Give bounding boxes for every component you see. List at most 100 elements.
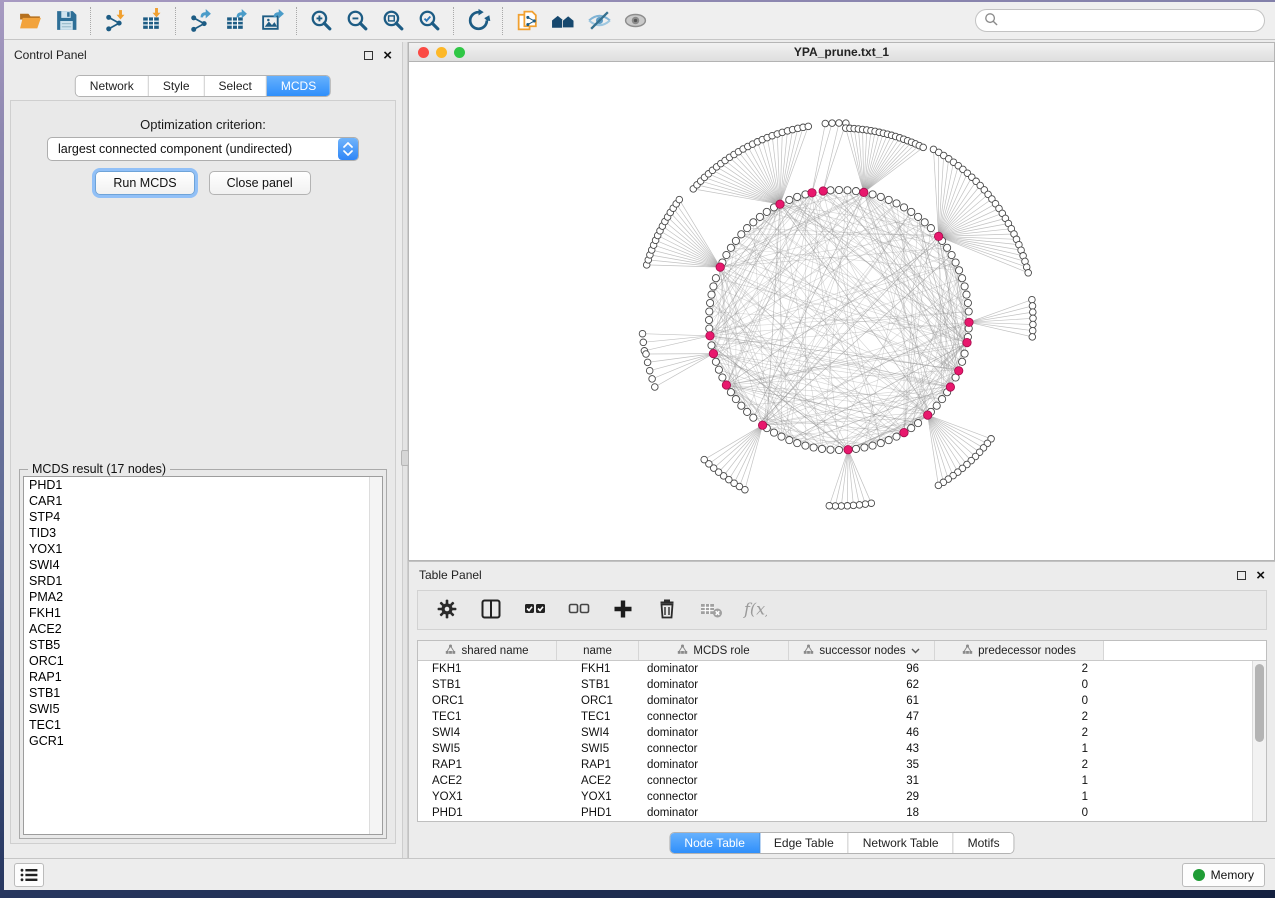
cell-MCDS-role: connector <box>639 709 789 725</box>
table-row[interactable]: YOX1YOX1connector291 <box>418 789 1266 805</box>
table-row[interactable]: PHD1PHD1dominator180 <box>418 805 1266 821</box>
table-scrollbar[interactable] <box>1252 661 1266 821</box>
search-input[interactable] <box>999 14 1256 28</box>
close-table-panel-icon[interactable]: × <box>1256 571 1265 580</box>
mcds-result-item[interactable]: RAP1 <box>24 669 382 685</box>
column-label: name <box>583 645 612 657</box>
float-panel-icon[interactable] <box>364 51 373 60</box>
cell-predecessor-nodes: 1 <box>935 789 1104 805</box>
column-header-MCDS-role[interactable]: MCDS role <box>639 641 789 660</box>
cell-successor-nodes: 31 <box>789 773 935 789</box>
tab-network-table[interactable]: Network Table <box>849 833 954 853</box>
mcds-result-title: MCDS result (17 nodes) <box>28 462 170 476</box>
zoom-fit-button[interactable] <box>375 6 411 36</box>
table-row[interactable]: TEC1TEC1connector472 <box>418 709 1266 725</box>
table-row[interactable]: ACE2ACE2connector311 <box>418 773 1266 789</box>
export-network-button[interactable] <box>182 6 218 36</box>
tab-select[interactable]: Select <box>205 76 267 96</box>
table-row[interactable]: STB1STB1dominator620 <box>418 677 1266 693</box>
table-scrollbar-thumb[interactable] <box>1255 664 1264 742</box>
mcds-result-item[interactable]: STB1 <box>24 685 382 701</box>
mcds-result-item[interactable]: PHD1 <box>24 477 382 493</box>
column-visibility-button[interactable] <box>474 594 508 626</box>
mcds-tab-content: Optimization criterion: largest connecte… <box>10 100 396 844</box>
tab-network[interactable]: Network <box>76 76 149 96</box>
import-network-button[interactable] <box>97 6 133 36</box>
duplicate-network-button[interactable] <box>509 6 545 36</box>
cell-successor-nodes: 46 <box>789 725 935 741</box>
deselect-all-rows-button[interactable] <box>562 594 596 626</box>
toolbar-separator <box>90 7 91 35</box>
column-header-predecessor-nodes[interactable]: predecessor nodes <box>935 641 1104 660</box>
mcds-result-item[interactable]: SWI4 <box>24 557 382 573</box>
optimization-criterion-label: Optimization criterion: <box>11 117 395 132</box>
settings-gear-button[interactable] <box>430 594 464 626</box>
cell-shared-name: FKH1 <box>418 661 557 677</box>
mcds-result-item[interactable]: CAR1 <box>24 493 382 509</box>
mcds-result-item[interactable]: STP4 <box>24 509 382 525</box>
zoom-fit-icon <box>381 8 406 33</box>
cell-successor-nodes: 35 <box>789 757 935 773</box>
mcds-result-item[interactable]: TEC1 <box>24 717 382 733</box>
close-panel-button[interactable]: Close panel <box>209 171 311 195</box>
cell-predecessor-nodes: 2 <box>935 757 1104 773</box>
optimization-criterion-dropdown[interactable]: largest connected component (undirected) <box>47 137 359 161</box>
window-zoom-button[interactable] <box>454 47 465 58</box>
mcds-result-item[interactable]: GCR1 <box>24 733 382 749</box>
select-all-rows-button[interactable] <box>518 594 552 626</box>
import-table-button[interactable] <box>133 6 169 36</box>
export-table-button[interactable] <box>218 6 254 36</box>
table-row[interactable]: SWI5SWI5connector431 <box>418 741 1266 757</box>
mcds-result-item[interactable]: YOX1 <box>24 541 382 557</box>
run-mcds-button[interactable]: Run MCDS <box>95 171 194 195</box>
save-session-button[interactable] <box>48 6 84 36</box>
float-table-panel-icon[interactable] <box>1237 571 1246 580</box>
delete-row-button[interactable] <box>650 594 684 626</box>
zoom-in-button[interactable] <box>303 6 339 36</box>
refresh-layout-button[interactable] <box>460 6 496 36</box>
window-minimize-button[interactable] <box>436 47 447 58</box>
mcds-result-list[interactable]: PHD1CAR1STP4TID3YOX1SWI4SRD1PMA2FKH1ACE2… <box>23 476 383 835</box>
column-header-name[interactable]: name <box>557 641 639 660</box>
mcds-result-item[interactable]: SWI5 <box>24 701 382 717</box>
first-neighbors-button[interactable] <box>545 6 581 36</box>
mcds-result-item[interactable]: FKH1 <box>24 605 382 621</box>
memory-button[interactable]: Memory <box>1182 863 1265 887</box>
cell-name: RAP1 <box>557 757 639 773</box>
add-row-button[interactable] <box>606 594 640 626</box>
close-panel-icon[interactable]: × <box>383 51 392 60</box>
network-graph-canvas[interactable] <box>409 62 1274 560</box>
mcds-result-item[interactable]: PMA2 <box>24 589 382 605</box>
mcds-result-item[interactable]: TID3 <box>24 525 382 541</box>
tab-style[interactable]: Style <box>149 76 205 96</box>
shared-column-icon <box>677 644 688 658</box>
tab-motifs[interactable]: Motifs <box>954 833 1014 853</box>
result-list-scrollbar[interactable] <box>369 477 382 834</box>
window-close-button[interactable] <box>418 47 429 58</box>
tab-node-table[interactable]: Node Table <box>670 833 760 853</box>
zoom-selected-button[interactable] <box>411 6 447 36</box>
show-panels-button[interactable] <box>14 863 44 887</box>
open-file-button[interactable] <box>12 6 48 36</box>
show-all-icon <box>623 8 648 33</box>
column-header-shared-name[interactable]: shared name <box>418 641 557 660</box>
mcds-result-item[interactable]: ACE2 <box>24 621 382 637</box>
table-row[interactable]: SWI4SWI4dominator462 <box>418 725 1266 741</box>
hide-selected-button[interactable] <box>581 6 617 36</box>
column-header-successor-nodes[interactable]: successor nodes <box>789 641 935 660</box>
dropdown-selected-value: largest connected component (undirected) <box>48 142 338 156</box>
table-row[interactable]: FKH1FKH1dominator962 <box>418 661 1266 677</box>
export-image-button[interactable] <box>254 6 290 36</box>
tab-edge-table[interactable]: Edge Table <box>760 833 849 853</box>
toolbar-separator <box>296 7 297 35</box>
show-all-button[interactable] <box>617 6 653 36</box>
table-row[interactable]: ORC1ORC1dominator610 <box>418 693 1266 709</box>
zoom-out-button[interactable] <box>339 6 375 36</box>
tab-mcds[interactable]: MCDS <box>267 76 330 96</box>
cell-MCDS-role: connector <box>639 741 789 757</box>
table-row[interactable]: RAP1RAP1dominator352 <box>418 757 1266 773</box>
mcds-result-item[interactable]: STB5 <box>24 637 382 653</box>
network-view-window: YPA_prune.txt_1 <box>408 42 1275 561</box>
mcds-result-item[interactable]: SRD1 <box>24 573 382 589</box>
mcds-result-item[interactable]: ORC1 <box>24 653 382 669</box>
